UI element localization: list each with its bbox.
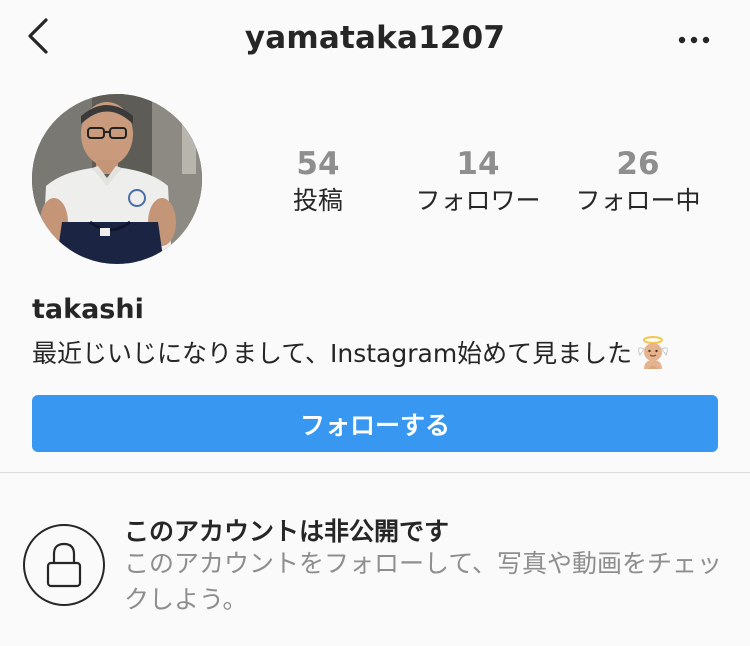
bio-text: 最近じいじになりまして、Instagram始めて見ました — [32, 339, 633, 368]
private-account-description: このアカウントをフォローして、写真や動画をチェックしよう。 — [124, 549, 723, 614]
following-count: 26 — [616, 146, 660, 182]
more-horizontal-icon — [678, 36, 710, 44]
more-options-button[interactable] — [672, 24, 716, 56]
page-title: yamataka1207 — [244, 20, 506, 56]
followers-count: 14 — [456, 146, 500, 182]
follow-button[interactable]: フォローする — [32, 395, 718, 452]
private-account-title: このアカウントは非公開です — [124, 517, 450, 546]
avatar[interactable] — [32, 94, 202, 264]
followers-label: フォロワー — [415, 186, 541, 215]
full-name: takashi — [32, 294, 144, 325]
posts-label: 投稿 — [292, 186, 343, 215]
baby-angel-emoji — [638, 336, 668, 369]
posts-count: 54 — [296, 146, 340, 182]
stat-following[interactable]: 26 フォロー中 — [558, 146, 718, 218]
profile-photo — [32, 94, 202, 264]
lock-icon — [22, 523, 106, 607]
following-label: フォロー中 — [575, 186, 701, 215]
divider — [0, 472, 750, 473]
bio: 最近じいじになりまして、Instagram始めて見ました — [32, 334, 670, 370]
stat-posts: 54 投稿 — [238, 146, 398, 218]
stat-followers[interactable]: 14 フォロワー — [398, 146, 558, 218]
header: yamataka1207 — [0, 0, 750, 80]
